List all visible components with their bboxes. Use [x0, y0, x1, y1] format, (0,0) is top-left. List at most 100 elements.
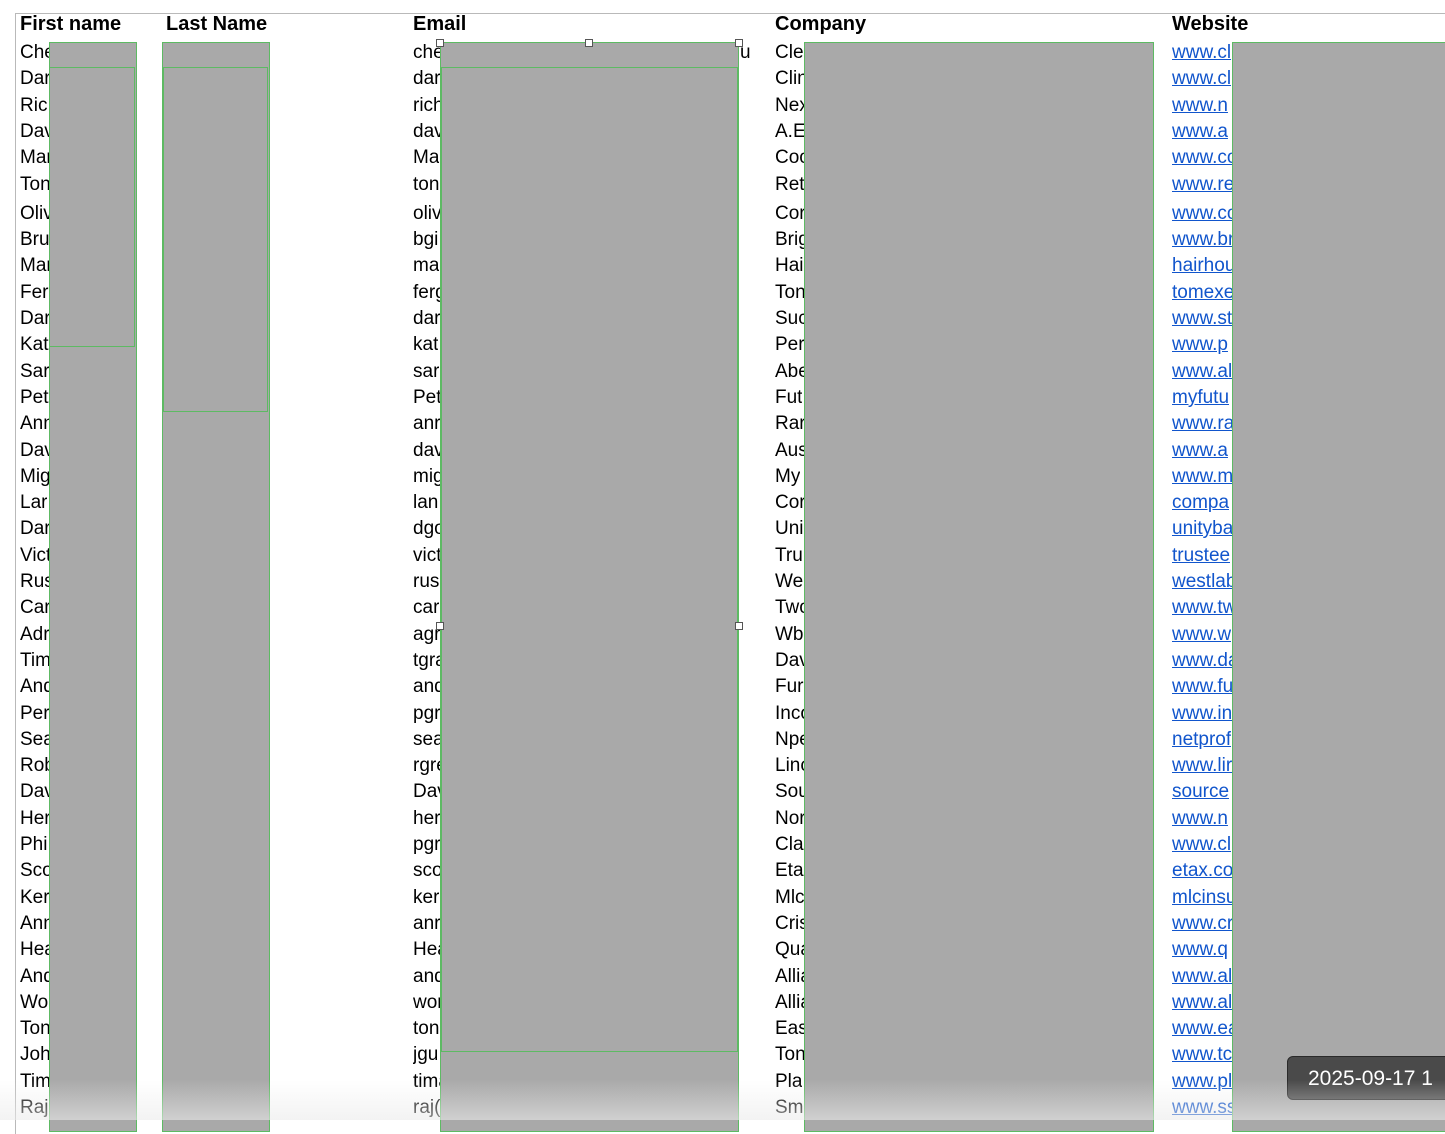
resize-handle-n[interactable] [585, 39, 593, 47]
cell-website[interactable]: www.w [1172, 624, 1231, 650]
cell-first[interactable]: Dar [20, 518, 51, 544]
cell-website[interactable]: www.cr [1172, 913, 1233, 939]
cell-company[interactable]: Cle [775, 42, 804, 68]
header-first-name[interactable]: First name [20, 13, 121, 36]
header-email[interactable]: Email [413, 13, 466, 36]
cell-website[interactable]: westlab [1172, 571, 1236, 597]
cell-first[interactable]: Ton [20, 1018, 51, 1044]
resize-handle-w[interactable] [436, 622, 444, 630]
cell-first[interactable]: Tim [20, 650, 51, 676]
cell-first[interactable]: Sar [20, 361, 50, 387]
cell-email[interactable]: Ma [413, 147, 439, 173]
cell-first[interactable]: Tim [20, 1071, 51, 1097]
header-website[interactable]: Website [1172, 13, 1248, 36]
cell-company[interactable]: Sm [775, 1097, 804, 1123]
cell-website[interactable]: www.q [1172, 939, 1228, 965]
cell-email[interactable]: dar [413, 68, 440, 94]
cell-email[interactable]: oliv [413, 203, 442, 229]
cell-website[interactable]: www.da [1172, 650, 1239, 676]
cell-website[interactable]: www.co [1172, 203, 1237, 229]
cell-first[interactable]: Her [20, 808, 51, 834]
cell-company[interactable]: Fur [775, 676, 804, 702]
cell-email[interactable]: bgi [413, 229, 438, 255]
cell-first[interactable]: Kat [20, 334, 49, 360]
cell-first[interactable]: Per [20, 703, 50, 729]
cell-first[interactable]: Vict [20, 545, 51, 571]
cell-email[interactable]: pgr [413, 703, 440, 729]
cell-website[interactable]: www.ss [1172, 1097, 1236, 1123]
cell-company[interactable]: Pla [775, 1071, 802, 1097]
cell-website[interactable]: www.in [1172, 703, 1232, 729]
resize-handle-ne[interactable] [735, 39, 743, 47]
cell-email[interactable]: anr [413, 913, 440, 939]
header-last-name[interactable]: Last Name [166, 13, 267, 36]
cell-email[interactable]: dar [413, 308, 440, 334]
cell-website[interactable]: unityba [1172, 518, 1233, 544]
cell-website[interactable]: www.co [1172, 147, 1237, 173]
cell-website[interactable]: www.re [1172, 174, 1234, 200]
cell-company[interactable]: Ton [775, 1044, 806, 1070]
cell-first[interactable]: Raj [20, 1097, 49, 1123]
cell-website[interactable]: www.br [1172, 229, 1234, 255]
cell-first[interactable]: Ric [20, 95, 47, 121]
cell-first[interactable]: Dar [20, 308, 51, 334]
cell-email[interactable]: raj( [413, 1097, 440, 1123]
cell-website[interactable]: www.tw [1172, 597, 1236, 623]
cell-website[interactable]: www.a [1172, 121, 1228, 147]
cell-company[interactable]: Cor [775, 492, 806, 518]
cell-company[interactable]: Clin [775, 68, 808, 94]
cell-website[interactable]: etax.co [1172, 860, 1233, 886]
cell-first[interactable]: Sco [20, 860, 53, 886]
cell-website[interactable]: www.n [1172, 808, 1228, 834]
cell-email[interactable]: her [413, 808, 440, 834]
cell-email[interactable]: car [413, 597, 439, 623]
cell-email[interactable]: ma [413, 255, 439, 281]
cell-email[interactable]: kat [413, 334, 438, 360]
cell-company[interactable]: We [775, 571, 803, 597]
cell-company[interactable]: Suc [775, 308, 808, 334]
cell-website[interactable]: www.fu [1172, 676, 1233, 702]
cell-first[interactable]: Car [20, 597, 51, 623]
cell-first[interactable]: Fer [20, 282, 49, 308]
cell-email[interactable]: anr [413, 413, 440, 439]
cell-first[interactable]: Ker [20, 887, 50, 913]
cell-website[interactable]: mlcinsu [1172, 887, 1236, 913]
cell-first[interactable]: Pet [20, 387, 49, 413]
cell-email[interactable]: ton [413, 1018, 439, 1044]
cell-website[interactable]: www.a [1172, 440, 1228, 466]
cell-company[interactable]: Eas [775, 1018, 808, 1044]
cell-first[interactable]: Mig [20, 466, 51, 492]
cell-website[interactable]: www.cl [1172, 68, 1231, 94]
cell-company[interactable]: Ret [775, 174, 805, 200]
cell-company[interactable]: Per [775, 334, 805, 360]
cell-website[interactable]: www.al [1172, 966, 1232, 992]
cell-website[interactable]: netprof [1172, 729, 1231, 755]
cell-first[interactable]: Ton [20, 174, 51, 200]
cell-email[interactable]: lan [413, 492, 438, 518]
cell-first[interactable]: Wo [20, 992, 48, 1018]
cell-company[interactable]: Nor [775, 808, 806, 834]
cell-company[interactable]: Cor [775, 203, 806, 229]
cell-website[interactable]: www.ra [1172, 413, 1234, 439]
cell-first[interactable]: Adr [20, 624, 50, 650]
cell-website[interactable]: www.p [1172, 334, 1228, 360]
cell-website[interactable]: www.n [1172, 95, 1228, 121]
cell-company[interactable]: Fut [775, 387, 802, 413]
cell-company[interactable]: Aus [775, 440, 808, 466]
cell-company[interactable]: Eta [775, 860, 804, 886]
cell-first[interactable]: Lar [20, 492, 47, 518]
cell-company[interactable]: Ton [775, 282, 806, 308]
cell-website[interactable]: www.cl [1172, 834, 1231, 860]
cell-email[interactable]: vict [413, 545, 442, 571]
cell-website[interactable]: www.lir [1172, 755, 1232, 781]
cell-email[interactable]: rus [413, 571, 439, 597]
cell-website[interactable]: www.tc [1172, 1044, 1232, 1070]
cell-first[interactable]: Bru [20, 229, 50, 255]
cell-company[interactable]: Uni [775, 518, 804, 544]
cell-website[interactable]: source [1172, 781, 1229, 807]
cell-first[interactable]: Phi [20, 834, 47, 860]
cell-website[interactable]: www.ea [1172, 1018, 1239, 1044]
cell-website[interactable]: www.m [1172, 466, 1233, 492]
cell-website[interactable]: myfutu [1172, 387, 1229, 413]
cell-email[interactable]: sar [413, 361, 439, 387]
